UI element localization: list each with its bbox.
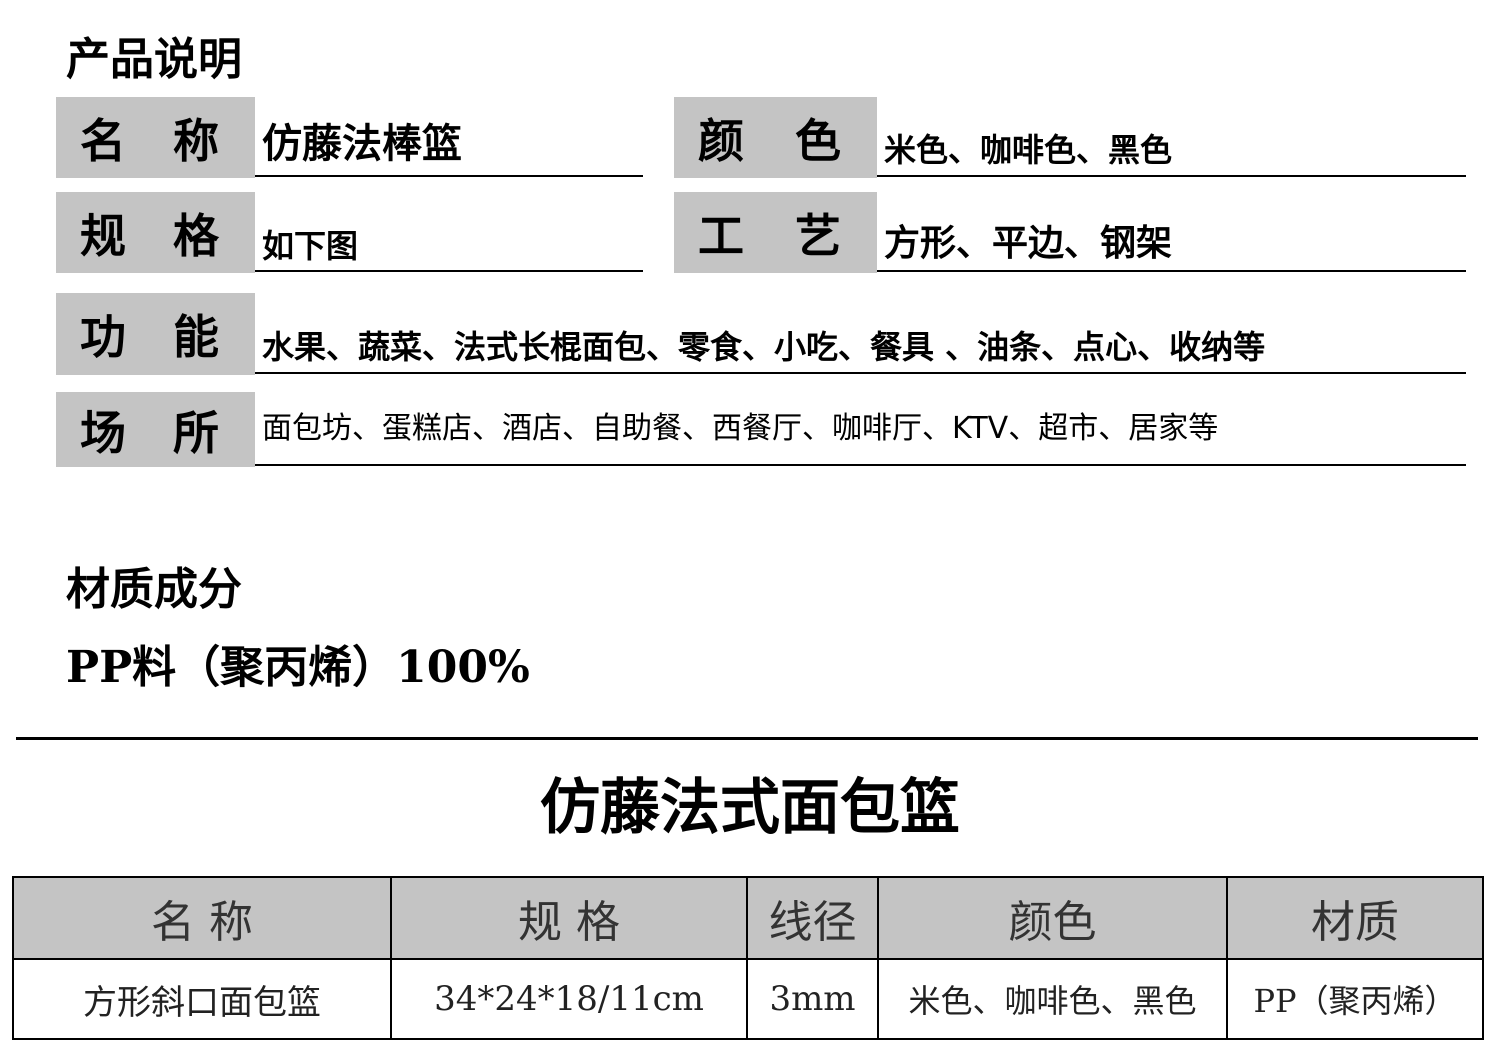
label-spec: 规 格 bbox=[56, 192, 255, 273]
label-char: 功 bbox=[80, 310, 126, 364]
label-function: 功 能 bbox=[56, 293, 255, 375]
section-heading-product: 产品说明 bbox=[66, 34, 242, 85]
underline bbox=[255, 270, 643, 272]
label-char: 格 bbox=[173, 208, 219, 263]
cell-name: 方形斜口面包篮 bbox=[12, 958, 392, 1040]
value-craft: 方形、平边、钢架 bbox=[884, 223, 1173, 264]
value-color: 米色、咖啡色、黑色 bbox=[884, 131, 1173, 169]
label-venue: 场 所 bbox=[56, 392, 255, 467]
label-char: 所 bbox=[173, 405, 219, 460]
underline bbox=[877, 175, 1466, 177]
label-char: 名 bbox=[80, 113, 126, 168]
label-char: 艺 bbox=[795, 208, 841, 263]
value-function: 水果、蔬菜、法式长棍面包、零食、小吃、餐具 、油条、点心、收纳等 bbox=[262, 328, 1266, 366]
label-name: 名 称 bbox=[56, 97, 255, 178]
label-char: 能 bbox=[173, 310, 219, 364]
underline bbox=[877, 270, 1466, 272]
header-spec: 规 格 bbox=[390, 876, 748, 960]
header-wire-diameter: 线径 bbox=[746, 876, 879, 960]
table-header-row: 名 称 规 格 线径 颜色 材质 bbox=[12, 876, 1484, 960]
section-divider bbox=[16, 737, 1478, 740]
label-char: 场 bbox=[80, 405, 126, 460]
value-spec: 如下图 bbox=[262, 227, 359, 265]
cell-material: PP（聚丙烯） bbox=[1226, 958, 1484, 1040]
label-char: 称 bbox=[173, 113, 219, 168]
header-name: 名 称 bbox=[12, 876, 392, 960]
label-char: 规 bbox=[80, 208, 126, 263]
underline bbox=[255, 372, 1466, 374]
label-char: 色 bbox=[795, 113, 841, 168]
header-color: 颜色 bbox=[877, 876, 1228, 960]
spec-table: 名 称 规 格 线径 颜色 材质 方形斜口面包篮 34*24*18/11cm 3… bbox=[12, 876, 1484, 1040]
label-char: 工 bbox=[698, 208, 744, 263]
label-craft: 工 艺 bbox=[674, 192, 877, 273]
value-name: 仿藤法棒篮 bbox=[262, 121, 462, 167]
cell-wire-diameter: 3mm bbox=[746, 958, 879, 1040]
label-char: 颜 bbox=[698, 113, 744, 168]
header-material: 材质 bbox=[1226, 876, 1484, 960]
table-row: 方形斜口面包篮 34*24*18/11cm 3mm 米色、咖啡色、黑色 PP（聚… bbox=[12, 958, 1484, 1040]
section-heading-material: 材质成分 bbox=[66, 564, 242, 615]
underline bbox=[255, 175, 643, 177]
cell-color: 米色、咖啡色、黑色 bbox=[877, 958, 1228, 1040]
material-value: PP料（聚丙烯）100% bbox=[66, 642, 530, 693]
label-color: 颜 色 bbox=[674, 97, 877, 178]
underline bbox=[255, 464, 1466, 466]
value-venue: 面包坊、蛋糕店、酒店、自助餐、西餐厅、咖啡厅、KTV、超市、居家等 bbox=[262, 411, 1219, 446]
cell-spec: 34*24*18/11cm bbox=[390, 958, 748, 1040]
table-title: 仿藤法式面包篮 bbox=[540, 773, 960, 843]
